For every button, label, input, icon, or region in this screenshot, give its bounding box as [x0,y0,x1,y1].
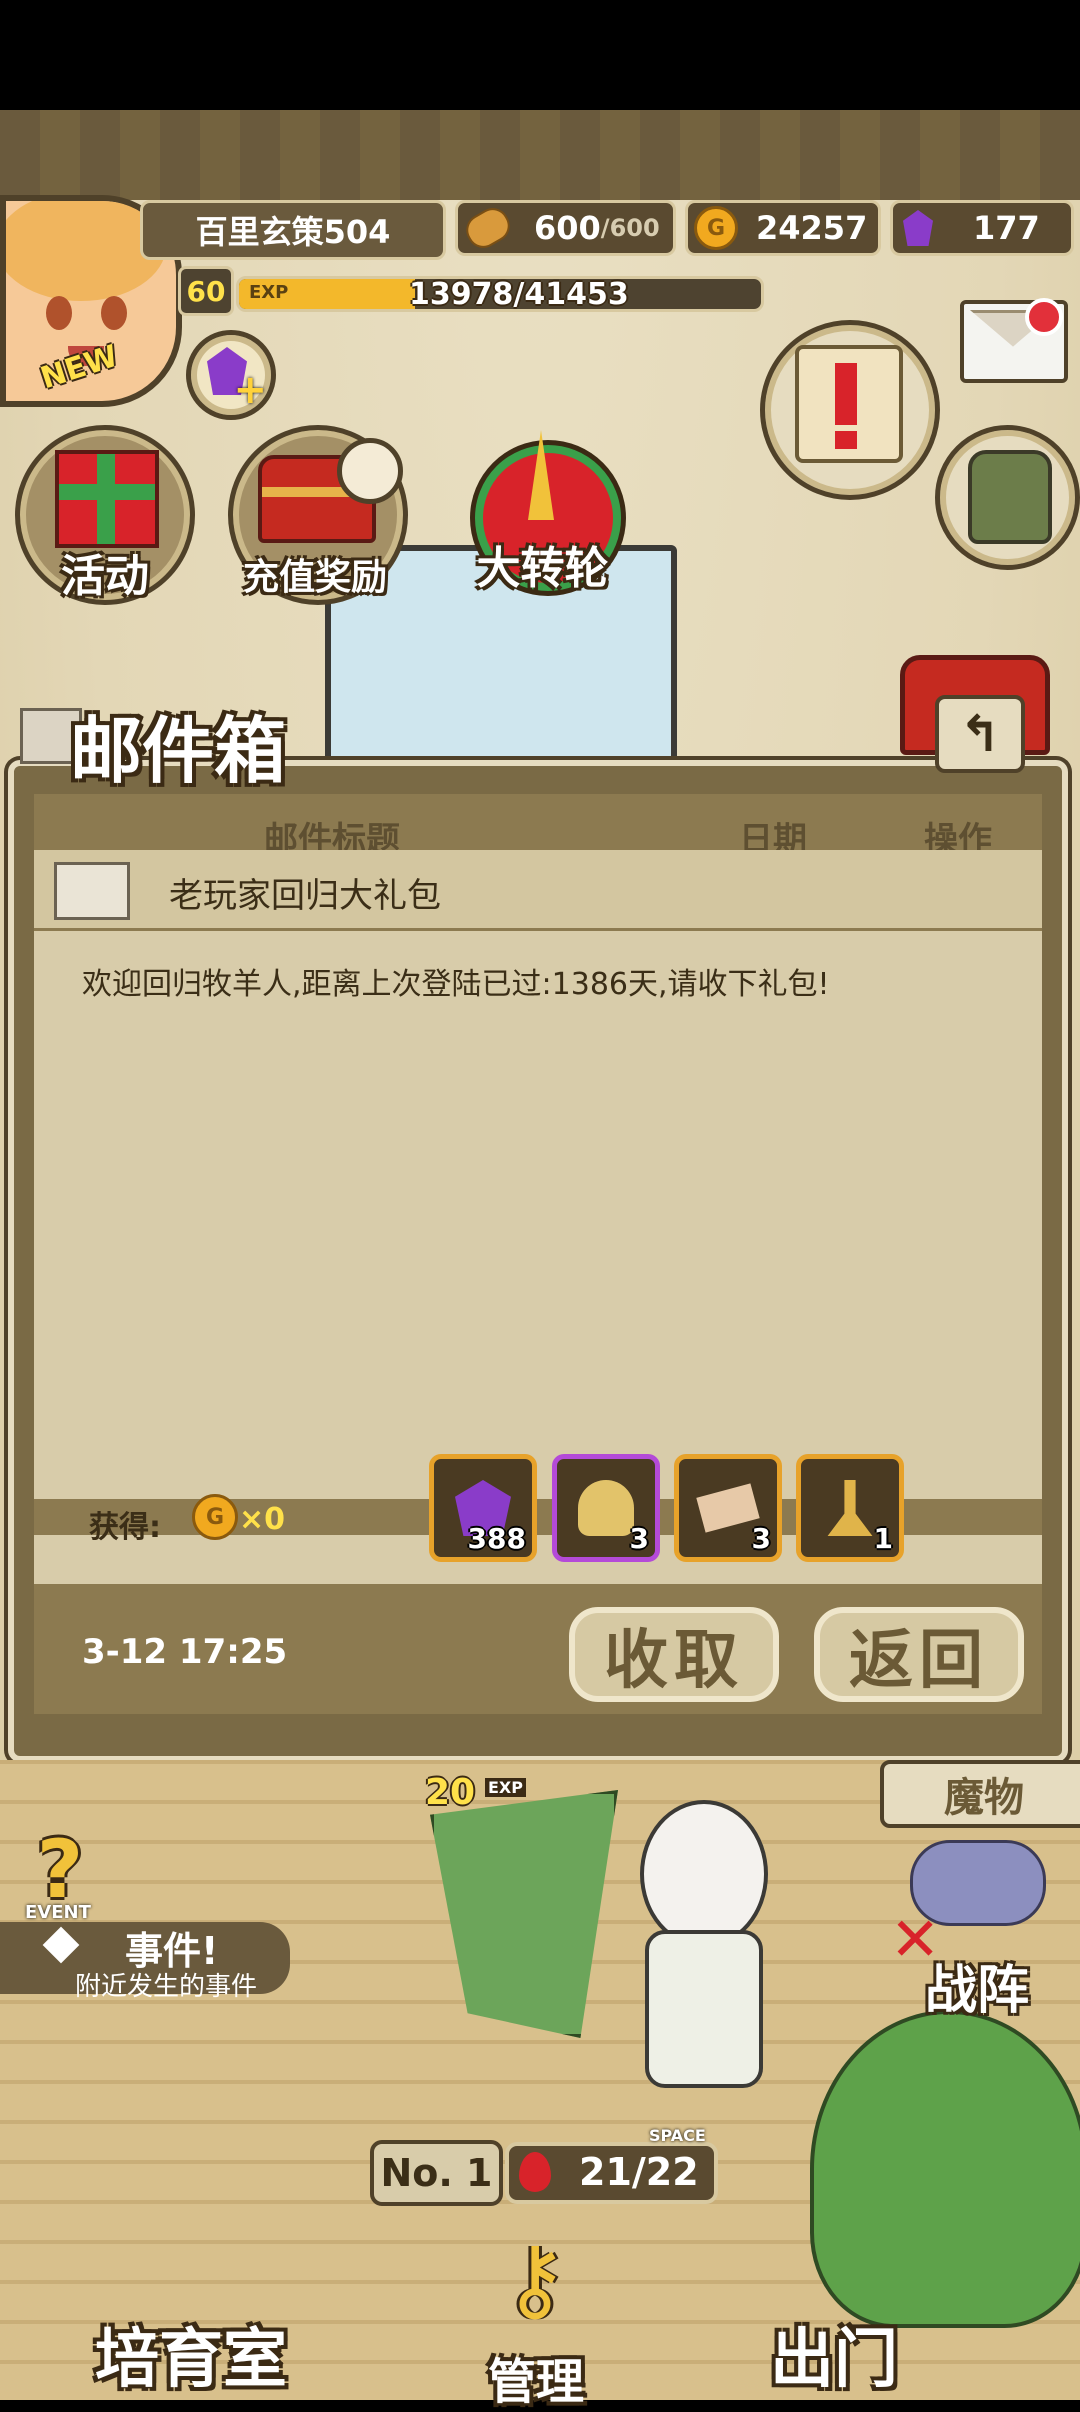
mailbox-parchment: 邮件标题 日期 操作 老玩家回归大礼包 欢迎回归牧羊人,距离上次登陆已过:138… [34,794,1042,1714]
nursery-label: 培育室 [95,2323,287,2397]
gift-box-icon [55,450,159,548]
nursery-button[interactable]: 培育室 [0,2290,370,2400]
reward-item-count: 1 [873,1522,893,1555]
space-plate: SPACE 21/22 [505,2126,718,2204]
collect-button[interactable]: 收取 [564,1602,784,1707]
mail-subject-row: 老玩家回归大礼包 [34,850,1042,931]
scroll-icon [795,345,903,463]
exp-label: EXP [249,282,289,303]
rank-value: No. 1 [380,2151,493,2195]
reward-item-count: 3 [629,1522,649,1555]
manage-button[interactable]: ⚷ 管理 [440,2227,640,2411]
mailbox-panel: 邮件标题 日期 操作 老玩家回归大礼包 欢迎回归牧羊人,距离上次登陆已过:138… [8,760,1068,1762]
formation-button[interactable]: ✕ 战阵 [880,1830,1080,2021]
player-name-plate: 百里玄策504 [140,200,446,260]
stamina-max: /600 [600,214,660,242]
manage-label: 管理 [488,2354,585,2410]
level-badge: 60 [178,266,234,316]
stamina-counter: 600 /600 [455,200,676,256]
mail-table-header: 邮件标题 日期 操作 [34,794,1042,860]
backpack-icon [968,450,1052,544]
status-bar [0,0,1080,110]
bread-icon [460,202,516,254]
space-label: SPACE [649,2126,706,2145]
monster-tab-label: 魔物 [944,1775,1024,1821]
exp-float-label: EXP [485,1778,526,1797]
reward-item[interactable]: 3 [552,1454,660,1562]
reward-item[interactable]: 3 [674,1454,782,1562]
gold-counter: G 24257 [685,200,881,256]
event-button-label: 活动 [61,551,149,602]
gem-icon [903,210,933,246]
mailbox-title: 邮件箱 [70,709,287,793]
reward-item-count: 3 [751,1522,771,1555]
rank-plate: No. 1 [370,2140,503,2206]
reward-gold-amount: ×0 [239,1502,286,1537]
gold-value: 24257 [756,209,868,247]
event-subtitle: 附近发生的事件 [75,1972,258,2002]
level-value: 60 [186,274,226,308]
return-arrow-icon: ↰ [959,705,1001,763]
obtain-label: 获得: [89,1510,161,1545]
depart-label: 出门 [770,2323,898,2397]
backpack-button[interactable] [935,425,1080,570]
nearby-event-button[interactable]: ? EVENT 事件! 附近发生的事件 [0,1823,320,2002]
flame-icon [519,2152,551,2192]
reward-gold-coin-icon: G [192,1494,238,1540]
mail-body-text: 欢迎回归牧羊人,距离上次登陆已过:1386天,请收下礼包! [82,967,830,1002]
mail-notification-dot [1025,298,1063,336]
shell-icon [578,1480,634,1536]
mail-date: 3-12 17:25 [82,1632,288,1672]
key-icon [827,1480,873,1536]
exp-text: 13978/41453 [409,277,629,312]
monster-tab[interactable]: 魔物 [880,1760,1080,1828]
add-gems-button[interactable]: + [186,330,276,420]
quest-scroll-button[interactable] [760,320,940,500]
panel-return-button[interactable]: ↰ [935,695,1025,773]
exp-float-value: 20 [425,1772,476,1813]
gem-counter: 177 [890,200,1074,256]
top-wooden-band [0,110,1080,200]
tree-sprite [810,2010,1080,2328]
gift-mail-icon [54,862,130,920]
stamina-value: 600 [534,209,601,247]
space-value: 21/22 [579,2150,699,2194]
mailbox-title-plaque: 邮件箱 [20,690,320,793]
reward-item-count: 388 [467,1522,526,1555]
lucky-wheel-label: 大转轮 [476,543,609,594]
reward-item[interactable]: 1 [796,1454,904,1562]
plus-icon: + [233,367,267,413]
back-button[interactable]: 返回 [809,1602,1029,1707]
mail-subject: 老玩家回归大礼包 [169,876,441,916]
question-signpost-icon: ? [36,1823,84,1916]
keys-icon: ⚷ [502,2227,568,2332]
monster-girl-sprite [610,1800,780,2100]
recharge-reward-label: 充值奖励 [242,557,387,598]
gem-value: 177 [973,209,1040,247]
exp-bar: EXP 13978/41453 [236,276,764,312]
formation-label: 战阵 [925,1961,1030,2021]
ticket-icon [696,1483,760,1533]
player-name: 百里玄策504 [195,213,391,251]
event-tag: EVENT [25,1902,91,1923]
reward-item[interactable]: 388 [429,1454,537,1562]
depart-button[interactable]: 出门 [700,2290,1080,2400]
clock-icon [337,438,403,504]
gold-coin-icon: G [694,206,738,250]
